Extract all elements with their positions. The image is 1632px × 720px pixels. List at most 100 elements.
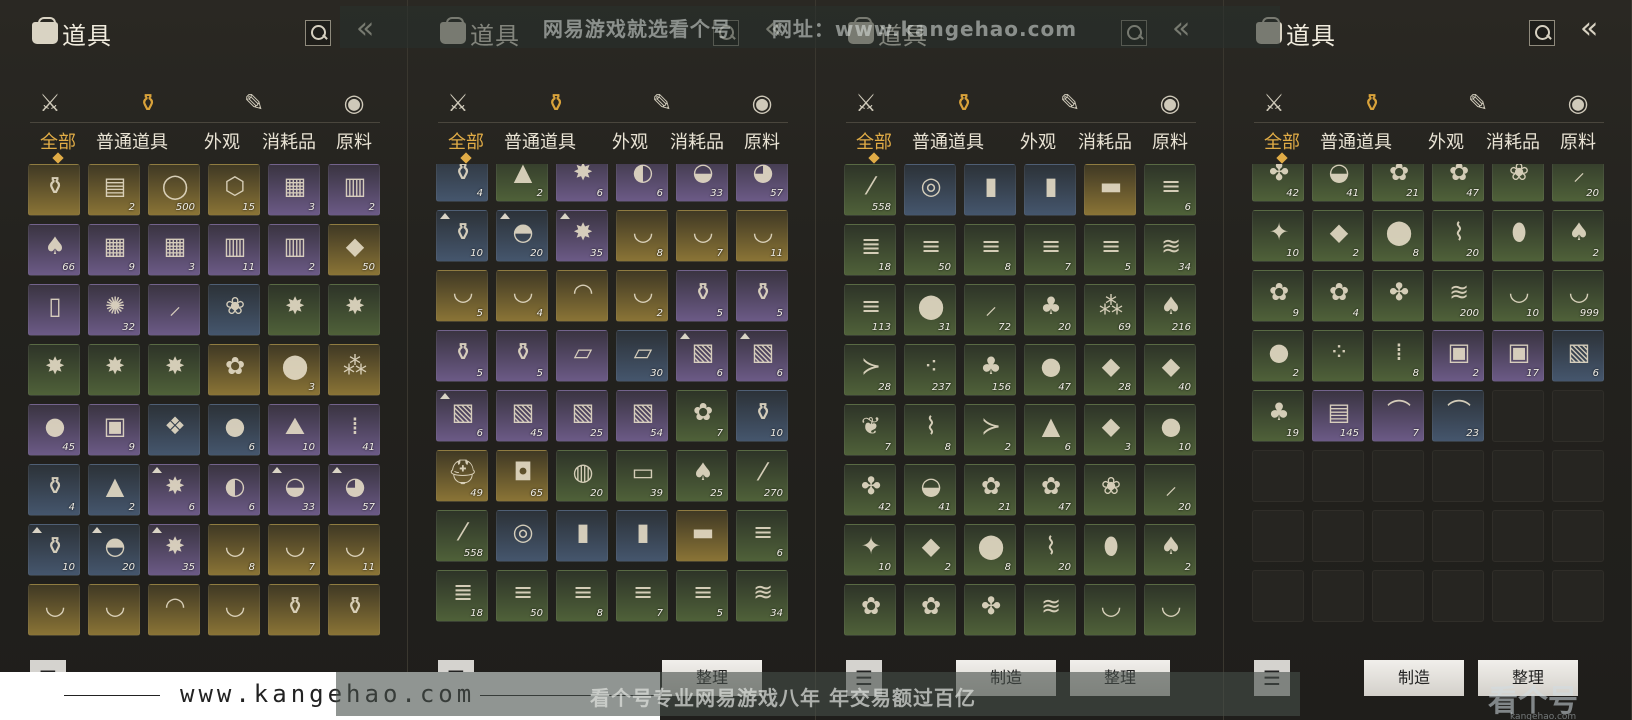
category-tab[interactable]: 全部 (856, 128, 892, 154)
item-slot-map-scroll[interactable]: ▧ 25 (556, 390, 608, 442)
item-slot-vase[interactable]: ⚱ 5 (736, 270, 788, 322)
item-slot-grain-pile[interactable]: ✸ 35 (148, 524, 200, 576)
category-tab[interactable]: 原料 (336, 128, 372, 154)
item-slot-red-talisman[interactable]: ▮ (556, 510, 608, 562)
item-slot-grain-pile[interactable]: ✸ (148, 344, 200, 396)
item-slot-porcelain-bowl[interactable]: ◡ 2 (616, 270, 668, 322)
item-slot-purple-flower[interactable]: ✿ 21 (964, 464, 1016, 516)
item-slot-feather[interactable]: ⸝ 20 (1144, 464, 1196, 516)
item-slot-wine-jars[interactable]: ⚱ 10 (736, 390, 788, 442)
craft-button[interactable]: 制造 (1364, 660, 1464, 696)
item-slot-herb[interactable]: ✤ (964, 584, 1016, 636)
item-slot-porcelain-bowl[interactable]: ◡ (208, 584, 260, 636)
crossed-swords-icon[interactable]: ⚔ (1254, 86, 1294, 120)
item-slot-porcelain-bowl[interactable]: ◡ 7 (268, 524, 320, 576)
item-slot-herb[interactable]: ✤ 42 (844, 464, 896, 516)
item-slot-firewood[interactable]: ≡ 8 (556, 570, 608, 622)
item-slot-vase[interactable]: ⚱ 5 (436, 330, 488, 382)
item-slot-flowers[interactable]: ✿ 4 (1312, 270, 1364, 322)
item-slot-firewood[interactable]: ≡ 5 (676, 570, 728, 622)
category-tab[interactable]: 全部 (448, 128, 484, 154)
item-slot-vase[interactable]: ⚱ 4 (436, 164, 488, 202)
item-slot-berries[interactable]: ⁖ 237 (904, 344, 956, 396)
item-slot-porcelain-bowl[interactable]: ◡ 8 (616, 210, 668, 262)
item-slot-bark[interactable]: ≋ 200 (1432, 270, 1484, 322)
category-tab[interactable]: 普通道具 (96, 128, 168, 154)
filter-icon[interactable]: ☰ (846, 660, 882, 696)
item-slot-vase[interactable]: ⚱ (268, 584, 320, 636)
item-slot-bark-bundle[interactable]: ≋ 34 (736, 570, 788, 622)
item-slot-map-scroll[interactable]: ▧ 6 (436, 390, 488, 442)
item-slot-firewood[interactable]: ≡ 7 (1024, 224, 1076, 276)
category-tab[interactable]: 外观 (1020, 128, 1056, 154)
item-slot-horn[interactable]: ⌒ 7 (1372, 390, 1424, 442)
empty-slot[interactable] (1312, 450, 1364, 502)
item-slot-salt-tray[interactable]: ▲ 2 (496, 164, 548, 202)
empty-slot[interactable] (1432, 450, 1484, 502)
item-slot-flowers[interactable]: ✿ (844, 584, 896, 636)
item-slot-firewood[interactable]: ≡ 7 (616, 570, 668, 622)
sort-button[interactable]: 整理 (1478, 660, 1578, 696)
scroll-icon[interactable]: ✎ (234, 86, 274, 120)
item-slot-gourd[interactable]: ◐ 6 (208, 464, 260, 516)
item-slot-feather[interactable]: ⸝ 20 (1552, 164, 1604, 202)
item-slot-raw-meat[interactable]: ◆ 40 (1144, 344, 1196, 396)
item-slot-spear[interactable]: ⁄ 558 (436, 510, 488, 562)
category-tab[interactable]: 普通道具 (1320, 128, 1392, 154)
item-slot-stew-bowl[interactable]: ◒ 33 (676, 164, 728, 202)
item-slot-crystal-dust[interactable]: ⁘ (1312, 330, 1364, 382)
item-slot-herb[interactable]: ✤ (1372, 270, 1424, 322)
item-slot-gift-box[interactable]: ▣ 17 (1492, 330, 1544, 382)
item-slot-iron-ore[interactable]: ⬤ 8 (964, 524, 1016, 576)
item-slot-covered-bowl[interactable]: ◠ (148, 584, 200, 636)
item-slot-porcelain-bowl[interactable]: ◡ 11 (328, 524, 380, 576)
item-slot-porcelain-bowl[interactable]: ◡ 5 (436, 270, 488, 322)
item-slot-cricket[interactable]: ⁂ (328, 344, 380, 396)
item-slot-lacquer-box[interactable]: ▣ 9 (88, 404, 140, 456)
item-slot-wood-chest[interactable]: ▥ 11 (208, 224, 260, 276)
item-slot-purple-flower[interactable]: ✿ 21 (1372, 164, 1424, 202)
item-slot-gift-box[interactable]: ▣ 2 (1432, 330, 1484, 382)
location-pin-icon[interactable]: ◉ (334, 86, 374, 120)
item-slot-porcelain-bowl[interactable]: ◡ 11 (736, 210, 788, 262)
item-slot-grain-sack[interactable]: ♠ 2 (1144, 524, 1196, 576)
item-slot-blue-beetle[interactable]: ❖ (148, 404, 200, 456)
item-slot-spear[interactable]: ⁄ 558 (844, 164, 896, 216)
item-slot-plum-blossom[interactable]: ✿ 7 (676, 390, 728, 442)
filter-icon[interactable]: ☰ (438, 660, 474, 696)
item-slot-bamboo-bundle[interactable]: ≣ 18 (436, 570, 488, 622)
category-tab[interactable]: 消耗品 (1486, 128, 1540, 154)
empty-slot[interactable] (1372, 450, 1424, 502)
collapse-arrow-icon[interactable]: « (1172, 12, 1216, 46)
item-slot-bark[interactable]: ≋ (1024, 584, 1076, 636)
crossed-swords-icon[interactable]: ⚔ (30, 86, 70, 120)
crossed-swords-icon[interactable]: ⚔ (846, 86, 886, 120)
empty-slot[interactable] (1372, 570, 1424, 622)
item-slot-grain-pile[interactable]: ✸ 6 (148, 464, 200, 516)
money-bag-icon[interactable]: ⚱ (536, 86, 576, 120)
item-slot-painting-scroll[interactable]: ▬ (1084, 164, 1136, 216)
item-slot-grain-pile[interactable]: ✸ 6 (556, 164, 608, 202)
item-slot-paper-sheet[interactable]: ▱ 30 (616, 330, 668, 382)
category-tab[interactable]: 原料 (744, 128, 780, 154)
item-slot-feather[interactable]: ⸝ 72 (964, 284, 1016, 336)
empty-slot[interactable] (1312, 510, 1364, 562)
item-slot-firewood[interactable]: ≡ 6 (1144, 164, 1196, 216)
item-slot-eggs[interactable]: ● 47 (1024, 344, 1076, 396)
search-button[interactable] (1529, 20, 1555, 46)
item-slot-amethyst[interactable]: ◆ 3 (1084, 404, 1136, 456)
item-slot-vase[interactable]: ⚱ 10 (436, 210, 488, 262)
item-slot-bark-bundle[interactable]: ≋ 34 (1144, 224, 1196, 276)
item-slot-red-envelope[interactable]: ▤ 2 (88, 164, 140, 216)
item-slot-porcelain-bowl[interactable]: ◡ (28, 584, 80, 636)
item-slot-grain-bowl[interactable]: ◒ 41 (1312, 164, 1364, 202)
item-slot-insect[interactable]: ⁂ 69 (1084, 284, 1136, 336)
item-slot-vase[interactable]: ⚱ 5 (676, 270, 728, 322)
filter-icon[interactable]: ☰ (30, 660, 66, 696)
item-slot-wood-chest[interactable]: ▥ 2 (268, 224, 320, 276)
item-slot-vase[interactable]: ⚱ 4 (28, 464, 80, 516)
item-slot-mountain-badge[interactable]: ⛰ 10 (268, 404, 320, 456)
search-button[interactable] (305, 20, 331, 46)
item-slot-spear[interactable]: ⁄ 270 (736, 450, 788, 502)
item-slot-porcelain-bowl[interactable]: ◡ 8 (208, 524, 260, 576)
